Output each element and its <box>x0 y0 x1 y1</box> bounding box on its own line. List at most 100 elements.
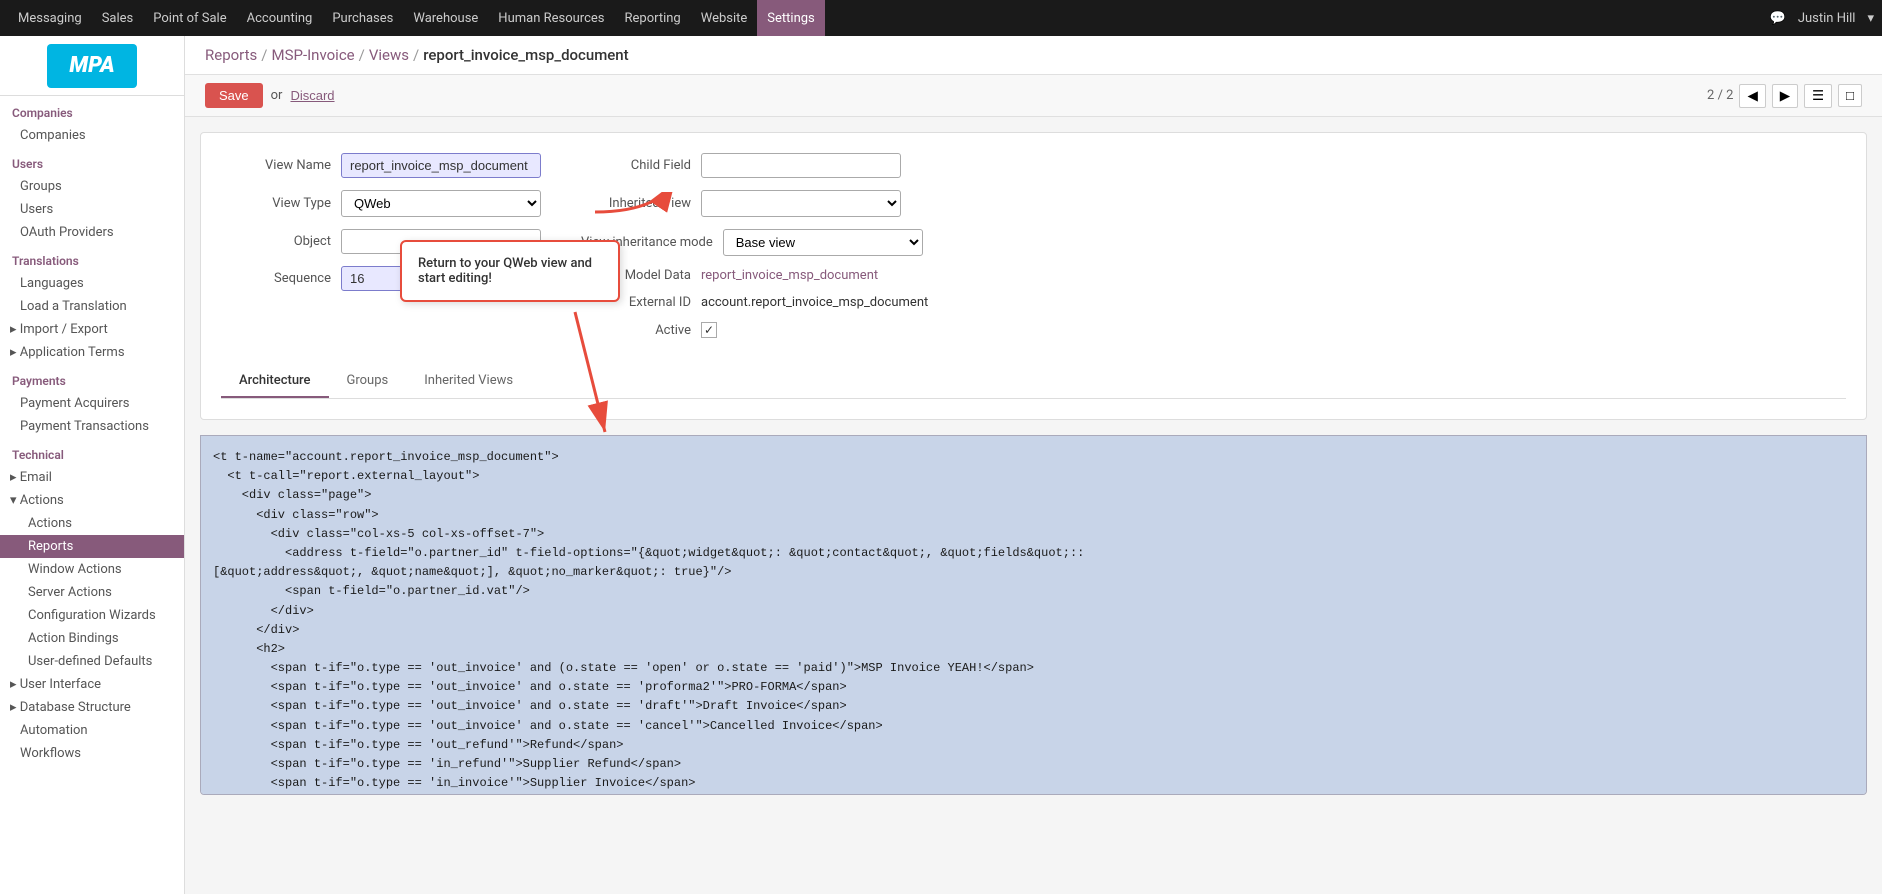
breadcrumb-sep-3: / <box>413 46 419 64</box>
discard-button[interactable]: Discard <box>290 88 334 103</box>
logo: MPA <box>47 44 137 88</box>
child-field-label: Child Field <box>581 158 691 173</box>
nav-pos[interactable]: Point of Sale <box>143 0 236 36</box>
sidebar-section-users: Users Groups Users OAuth Providers <box>0 147 184 244</box>
field-child-field: Child Field <box>581 153 928 178</box>
section-title-companies: Companies <box>0 96 184 124</box>
breadcrumb-current: report_invoice_msp_document <box>423 46 628 64</box>
sidebar-item-payment-transactions[interactable]: Payment Transactions <box>0 415 184 438</box>
field-inherited-view: Inherited View <box>581 190 928 217</box>
active-label: Active <box>581 323 691 338</box>
main-content: Reports / MSP-Invoice / Views / report_i… <box>185 36 1882 894</box>
active-checkbox[interactable] <box>701 322 717 338</box>
page-wrapper: Return to your QWeb view and start editi… <box>185 132 1882 795</box>
view-inheritance-select[interactable]: Base view <box>723 229 923 256</box>
sidebar-section-translations: Translations Languages Load a Translatio… <box>0 244 184 364</box>
sidebar-item-user-interface[interactable]: ▸ User Interface <box>0 673 184 696</box>
inherited-view-label: Inherited View <box>581 196 691 211</box>
field-external-id: External ID account.report_invoice_msp_d… <box>581 295 928 310</box>
nav-settings[interactable]: Settings <box>757 0 824 36</box>
action-bar-right: 2 / 2 ◀ ▶ ☰ □ <box>1707 84 1862 108</box>
callout-tooltip: Return to your QWeb view and start editi… <box>400 240 620 302</box>
sidebar-item-email[interactable]: ▸ Email <box>0 466 184 489</box>
field-view-type: View Type QWeb <box>221 190 541 217</box>
view-name-label: View Name <box>221 158 331 173</box>
sidebar-item-languages[interactable]: Languages <box>0 272 184 295</box>
nav-purchases[interactable]: Purchases <box>322 0 403 36</box>
form-tabs: Architecture Groups Inherited Views <box>221 365 1846 399</box>
field-model-data: Model Data report_invoice_msp_document <box>581 268 928 283</box>
sidebar-item-user-defaults[interactable]: User-defined Defaults <box>0 650 184 673</box>
sidebar-item-action-bindings[interactable]: Action Bindings <box>0 627 184 650</box>
chat-icon[interactable]: 💬 <box>1770 11 1786 26</box>
next-record-button[interactable]: ▶ <box>1772 84 1798 108</box>
sidebar-item-automation[interactable]: Automation <box>0 719 184 742</box>
view-type-label: View Type <box>221 196 331 211</box>
sidebar-item-groups[interactable]: Groups <box>0 175 184 198</box>
page-counter: 2 / 2 <box>1707 88 1733 103</box>
sidebar-item-oauth[interactable]: OAuth Providers <box>0 221 184 244</box>
child-field-input[interactable] <box>701 153 901 178</box>
tab-inherited-views[interactable]: Inherited Views <box>406 365 531 398</box>
top-navigation: Messaging Sales Point of Sale Accounting… <box>0 0 1882 36</box>
nav-messaging[interactable]: Messaging <box>8 0 92 36</box>
sidebar-section-payments: Payments Payment Acquirers Payment Trans… <box>0 364 184 438</box>
model-data-value[interactable]: report_invoice_msp_document <box>701 268 878 283</box>
save-button[interactable]: Save <box>205 83 263 108</box>
sidebar-item-window-actions[interactable]: Window Actions <box>0 558 184 581</box>
nav-sales[interactable]: Sales <box>92 0 144 36</box>
callout-text: Return to your QWeb view and start editi… <box>418 256 592 286</box>
breadcrumb-views[interactable]: Views <box>369 46 409 64</box>
field-active: Active <box>581 322 928 338</box>
section-title-payments: Payments <box>0 364 184 392</box>
view-type-select[interactable]: QWeb <box>341 190 541 217</box>
field-view-inheritance: View inheritance mode Base view <box>581 229 928 256</box>
field-view-name: View Name <box>221 153 541 178</box>
code-editor[interactable]: <t t-name="account.report_invoice_msp_do… <box>200 435 1867 795</box>
nav-accounting[interactable]: Accounting <box>237 0 323 36</box>
tab-architecture[interactable]: Architecture <box>221 365 329 398</box>
sequence-label: Sequence <box>221 271 331 286</box>
inherited-view-select[interactable] <box>701 190 901 217</box>
nav-website[interactable]: Website <box>691 0 758 36</box>
external-id-value: account.report_invoice_msp_document <box>701 295 928 310</box>
breadcrumb-sep-1: / <box>261 46 267 64</box>
sidebar-item-reports[interactable]: Reports <box>0 535 184 558</box>
sidebar-item-load-translation[interactable]: Load a Translation <box>0 295 184 318</box>
sidebar-item-app-terms[interactable]: ▸ Application Terms <box>0 341 184 364</box>
sidebar-item-config-wizards[interactable]: Configuration Wizards <box>0 604 184 627</box>
sidebar-item-actions[interactable]: Actions <box>0 512 184 535</box>
breadcrumb-reports[interactable]: Reports <box>205 46 257 64</box>
action-bar-or: or <box>271 88 283 103</box>
nav-reporting[interactable]: Reporting <box>615 0 691 36</box>
section-title-translations: Translations <box>0 244 184 272</box>
grid-view-button[interactable]: □ <box>1838 84 1862 107</box>
object-label: Object <box>221 234 331 249</box>
view-name-input[interactable] <box>341 153 541 178</box>
nav-warehouse[interactable]: Warehouse <box>403 0 488 36</box>
tab-groups[interactable]: Groups <box>329 365 407 398</box>
sidebar-section-technical: Technical ▸ Email ▾ Actions Actions Repo… <box>0 438 184 765</box>
logo-area: MPA <box>0 36 184 96</box>
user-name[interactable]: Justin Hill <box>1798 11 1856 26</box>
action-bar: Save or Discard 2 / 2 ◀ ▶ ☰ □ <box>185 75 1882 117</box>
breadcrumb-sep-2: / <box>359 46 365 64</box>
sidebar-section-companies: Companies Companies <box>0 96 184 147</box>
sidebar-item-payment-acquirers[interactable]: Payment Acquirers <box>0 392 184 415</box>
main-layout: MPA Companies Companies Users Groups Use… <box>0 36 1882 894</box>
logo-text: MPA <box>69 53 114 78</box>
section-title-technical: Technical <box>0 438 184 466</box>
sidebar-item-actions-group[interactable]: ▾ Actions <box>0 489 184 512</box>
prev-record-button[interactable]: ◀ <box>1739 84 1765 108</box>
sidebar-item-workflows[interactable]: Workflows <box>0 742 184 765</box>
breadcrumb: Reports / MSP-Invoice / Views / report_i… <box>185 36 1882 75</box>
breadcrumb-msp-invoice[interactable]: MSP-Invoice <box>271 46 354 64</box>
sidebar-item-db-structure[interactable]: ▸ Database Structure <box>0 696 184 719</box>
list-view-button[interactable]: ☰ <box>1804 84 1832 108</box>
nav-hr[interactable]: Human Resources <box>488 0 614 36</box>
user-chevron-icon: ▾ <box>1867 11 1874 26</box>
sidebar-item-server-actions[interactable]: Server Actions <box>0 581 184 604</box>
sidebar-item-users[interactable]: Users <box>0 198 184 221</box>
sidebar-item-import-export[interactable]: ▸ Import / Export <box>0 318 184 341</box>
sidebar-item-companies[interactable]: Companies <box>0 124 184 147</box>
